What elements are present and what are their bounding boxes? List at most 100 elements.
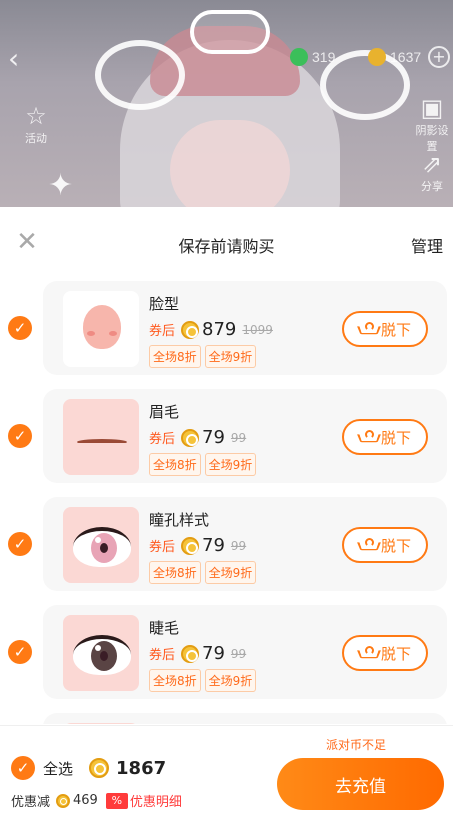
green-coin-balance[interactable]: 319 — [290, 46, 335, 68]
avatar-face — [170, 120, 290, 207]
remove-label: 脱下 — [380, 644, 411, 663]
item-checkbox[interactable]: ✓ — [8, 532, 32, 556]
hanger-icon — [359, 538, 375, 552]
hanger-icon — [359, 322, 375, 336]
activity-label: 活动 — [25, 132, 47, 145]
share-icon: ⇗ — [421, 150, 443, 178]
discount-tag: 全场8折 — [149, 669, 201, 692]
item-card[interactable] — [43, 713, 447, 724]
item-card[interactable]: 瞳孔样式 券后 79 99 全场8折 全场9折 脱下 — [43, 497, 447, 591]
item-thumbnail — [63, 723, 139, 724]
avatar-accessory-left — [95, 40, 185, 110]
item-checkbox[interactable]: ✓ — [8, 640, 32, 664]
recharge-button[interactable]: 去充值 — [277, 758, 444, 810]
manage-button[interactable]: 管理 — [411, 233, 443, 257]
remove-label: 脱下 — [380, 320, 411, 339]
item-card[interactable]: 脸型 券后 879 1099 全场8折 全场9折 脱下 — [43, 281, 447, 375]
shadow-settings-button[interactable]: ▣ 阴影设置 — [414, 94, 450, 154]
hanger-icon — [359, 646, 375, 660]
price-current: 79 — [202, 643, 225, 664]
coupon-label: 券后 — [149, 324, 176, 339]
coupon-label: 券后 — [149, 540, 176, 555]
select-all-label: 全选 — [43, 759, 74, 778]
discount-detail-link[interactable]: 优惠明细 — [130, 791, 182, 810]
item-checkbox[interactable]: ✓ — [8, 424, 32, 448]
discount-tags: 全场8折 全场9折 — [149, 669, 257, 692]
purchase-sheet: ✕ 保存前请购买 管理 ✓ 脸型 券后 879 1099 全场8折 全场9折 脱… — [0, 207, 453, 814]
face-shape-image — [83, 305, 121, 349]
coin-icon — [181, 644, 200, 663]
coin-icon — [181, 536, 200, 555]
item-name: 睫毛 — [149, 619, 180, 637]
price-line: 券后 79 99 — [149, 643, 246, 664]
coin-icon — [89, 758, 110, 778]
pupil-thumbnail — [63, 507, 139, 583]
discount-tag: 全场8折 — [149, 561, 201, 584]
select-all-checkbox[interactable]: ✓ — [11, 756, 35, 780]
hanger-icon — [359, 430, 375, 444]
remove-button[interactable]: 脱下 — [342, 527, 428, 563]
price-current: 879 — [202, 319, 237, 340]
eyebrow-image — [77, 439, 127, 445]
item-checkbox[interactable]: ✓ — [8, 316, 32, 340]
green-coin-amount: 319 — [312, 49, 336, 65]
coin-icon — [56, 793, 71, 808]
add-coins-icon[interactable]: + — [428, 46, 450, 68]
gold-coin-amount: 1637 — [390, 49, 422, 65]
green-coin-icon — [290, 48, 308, 66]
discount-tag: 全场9折 — [204, 669, 257, 692]
share-button[interactable]: ⇗ 分享 — [414, 150, 450, 194]
item-list[interactable]: ✓ 脸型 券后 879 1099 全场8折 全场9折 脱下 ✓ 眉毛 券后 79… — [0, 279, 453, 724]
remove-button[interactable]: 脱下 — [342, 419, 428, 455]
price-line: 券后 879 1099 — [149, 319, 273, 340]
price-original: 99 — [230, 538, 247, 553]
sheet-header: ✕ 保存前请购买 管理 — [0, 207, 453, 277]
discount-tags: 全场8折 全场9折 — [149, 561, 257, 584]
list-item: ✓ 睫毛 券后 79 99 全场8折 全场9折 脱下 — [0, 605, 453, 699]
coin-icon — [181, 320, 200, 339]
discount-summary: 优惠减 469 % 优惠明细 — [11, 791, 182, 810]
back-icon[interactable]: ‹ — [8, 44, 32, 74]
price-current: 79 — [202, 427, 225, 448]
total-amount: 1867 — [116, 757, 167, 779]
sheet-title: 保存前请购买 — [178, 237, 275, 256]
gold-coin-balance[interactable]: 1637 — [368, 46, 421, 68]
discount-tag: 全场9折 — [204, 345, 257, 368]
price-line: 券后 79 99 — [149, 427, 246, 448]
remove-button[interactable]: 脱下 — [342, 311, 428, 347]
price-current: 79 — [202, 535, 225, 556]
footer-divider — [0, 725, 453, 726]
remove-label: 脱下 — [380, 428, 411, 447]
item-card[interactable]: 眉毛 券后 79 99 全场8折 全场9折 脱下 — [43, 389, 447, 483]
sparkle-icon: ✦ — [48, 168, 74, 203]
price-original: 99 — [230, 430, 247, 445]
activity-button[interactable]: ☆ 活动 — [18, 102, 54, 146]
list-item-partial — [0, 713, 453, 724]
shadow-settings-label: 阴影设置 — [415, 124, 449, 153]
discount-label: 优惠减 — [11, 795, 51, 810]
insufficient-funds-notice: 派对币不足 — [326, 738, 387, 752]
item-name: 眉毛 — [149, 403, 180, 421]
price-original: 1099 — [242, 322, 273, 337]
eyelash-image — [73, 635, 131, 675]
avatar-preview: ‹ 319 1637 + ☆ 活动 ✦ ▣ 阴影设置 ⇗ 分享 — [0, 0, 453, 207]
price-original: 99 — [230, 646, 247, 661]
coin-icon — [181, 428, 200, 447]
percent-badge-icon: % — [105, 792, 128, 809]
pupil-image — [73, 527, 131, 567]
item-name: 脸型 — [149, 295, 180, 313]
list-item: ✓ 眉毛 券后 79 99 全场8折 全场9折 脱下 — [0, 389, 453, 483]
star-icon: ☆ — [25, 102, 47, 130]
price-line: 券后 79 99 — [149, 535, 246, 556]
discount-tag: 全场9折 — [204, 561, 257, 584]
discount-tag: 全场8折 — [149, 345, 201, 368]
select-all-control[interactable]: ✓ 全选 1867 — [11, 756, 166, 780]
share-label: 分享 — [421, 180, 443, 193]
discount-tags: 全场8折 全场9折 — [149, 345, 257, 368]
discount-tag: 全场8折 — [149, 453, 201, 476]
discount-amount: 469 — [73, 793, 98, 808]
discount-tag: 全场9折 — [204, 453, 257, 476]
remove-label: 脱下 — [380, 536, 411, 555]
item-card[interactable]: 睫毛 券后 79 99 全场8折 全场9折 脱下 — [43, 605, 447, 699]
remove-button[interactable]: 脱下 — [342, 635, 428, 671]
